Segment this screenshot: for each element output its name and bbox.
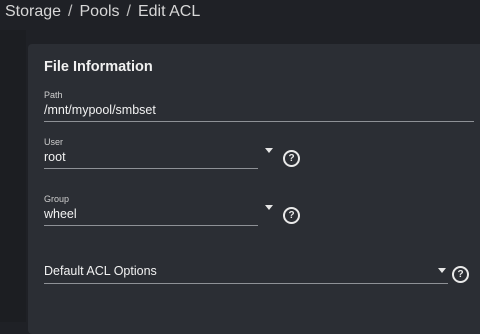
- group-underline: [44, 225, 258, 226]
- breadcrumb-separator: /: [126, 3, 131, 20]
- breadcrumb-pools[interactable]: Pools: [80, 3, 120, 20]
- user-dropdown-caret-icon[interactable]: [265, 148, 273, 153]
- default-acl-options-select[interactable]: Default ACL Options: [44, 264, 157, 278]
- user-help-icon[interactable]: ?: [283, 150, 300, 167]
- breadcrumb-storage[interactable]: Storage: [5, 3, 61, 20]
- user-underline: [44, 168, 258, 169]
- group-select[interactable]: wheel: [44, 207, 77, 221]
- sidebar-edge: [0, 30, 26, 322]
- path-input[interactable]: /mnt/mypool/smbset: [44, 103, 156, 117]
- acl-options-help-icon[interactable]: ?: [452, 266, 469, 283]
- user-select[interactable]: root: [44, 150, 66, 164]
- top-bar: Storage / Pools / Edit ACL: [0, 0, 480, 30]
- path-underline: [44, 121, 474, 122]
- path-label: Path: [44, 90, 63, 100]
- group-label: Group: [44, 194, 70, 204]
- breadcrumb-separator: /: [68, 3, 73, 20]
- acl-options-underline: [44, 283, 448, 284]
- breadcrumb: Storage / Pools / Edit ACL: [5, 2, 200, 22]
- card-title: File Information: [44, 59, 153, 75]
- user-label: User: [44, 137, 64, 147]
- acl-options-dropdown-caret-icon[interactable]: [438, 268, 446, 273]
- file-information-card: File Information Path /mnt/mypool/smbset…: [28, 44, 480, 334]
- group-dropdown-caret-icon[interactable]: [265, 205, 273, 210]
- breadcrumb-edit-acl: Edit ACL: [137, 3, 201, 20]
- group-help-icon[interactable]: ?: [283, 207, 300, 224]
